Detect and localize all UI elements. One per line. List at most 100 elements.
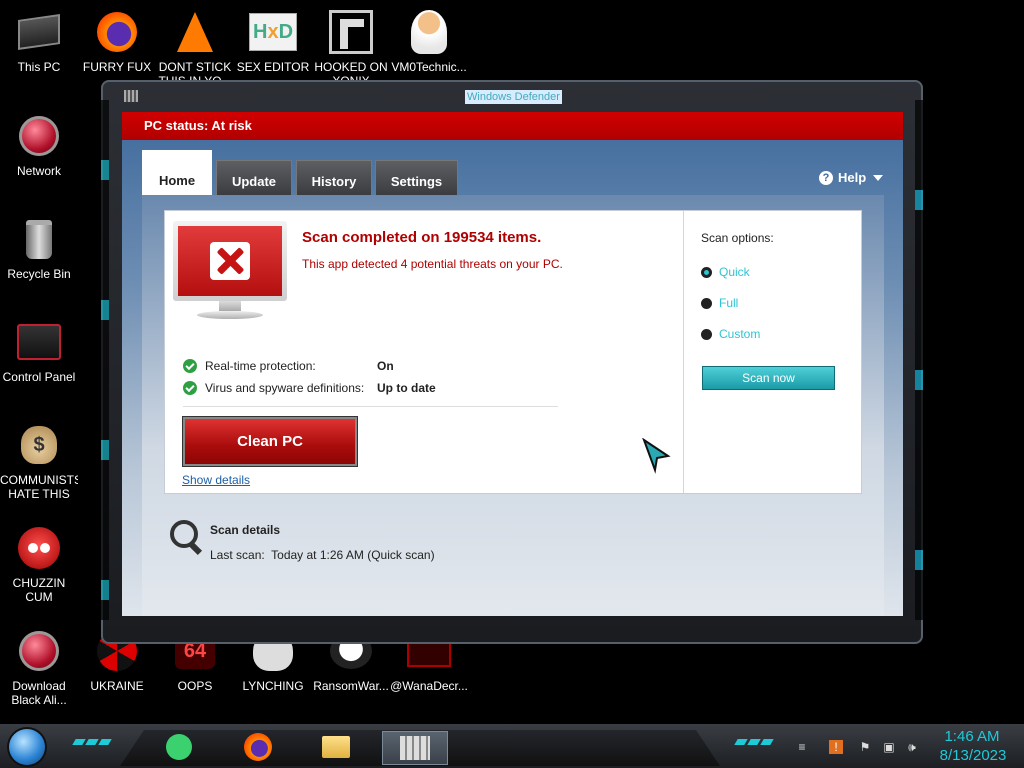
desktop-icon-hooked-on-xonix[interactable]: HOOKED ON XONIX [312, 8, 390, 88]
desktop-icon-network[interactable]: Network [0, 112, 78, 178]
scan-option-label: Quick [719, 265, 750, 279]
desktop-icon-vm0technic[interactable]: VM0Technic... [390, 8, 468, 74]
desktop-icon-dont-stick[interactable]: DONT STICK THIS IN YO... [156, 8, 234, 88]
clock-time[interactable]: 1:46 AM [940, 728, 1004, 745]
desktop-icon-label: Recycle Bin [7, 267, 71, 281]
protection-row-definitions: Virus and spyware definitions: Up to dat… [183, 381, 436, 395]
desktop-icon-communists[interactable]: $ COMMUNISTS HATE THIS G... [0, 421, 78, 503]
x-mark-icon [210, 242, 250, 280]
window-title: Windows Defender [465, 90, 562, 104]
desktop-icon-label: UKRAINE [90, 679, 144, 693]
desktop-icon-label: COMMUNISTS HATE THIS G... [0, 473, 78, 503]
desktop-icon-label: FURRY FUX [82, 60, 152, 74]
scan-option-full[interactable]: Full [701, 296, 738, 310]
radio-selected-icon [701, 266, 712, 278]
defender-wall-icon [400, 736, 430, 760]
doctor-icon [405, 8, 453, 56]
control-panel-icon [15, 318, 63, 366]
taskbar-firefox[interactable] [242, 731, 274, 763]
network-ball-icon [15, 112, 63, 160]
chuzzle-icon [15, 524, 63, 572]
money-bag-icon: $ [15, 421, 63, 469]
help-label: Help [838, 170, 867, 185]
protection-row-realtime: Real-time protection: On [183, 359, 394, 373]
home-content: Scan completed on 199534 items. This app… [142, 195, 884, 616]
tray-overflow-icon[interactable]: ≡ [792, 740, 812, 754]
desktop-icon-this-pc[interactable]: This PC [0, 8, 78, 74]
taskbar-file-explorer[interactable] [320, 731, 352, 763]
desktop-icon-label: LYNCHING [242, 679, 304, 693]
notes-icon [166, 734, 192, 760]
desktop-icon-label: Control Panel [2, 370, 76, 384]
desktop-icon-label: Network [16, 164, 61, 178]
clean-pc-button[interactable]: Clean PC [182, 416, 358, 467]
computer-icon [15, 8, 63, 56]
divider [183, 406, 558, 407]
check-icon [183, 359, 197, 373]
desktop-icon-label: SEX EDITOR [236, 60, 310, 74]
last-scan-value: Today at 1:26 AM (Quick scan) [271, 548, 435, 562]
tray-app-icon[interactable]: ! [829, 740, 843, 754]
help-menu[interactable]: ? Help [819, 170, 884, 185]
desktop-icon-chuzzin[interactable]: CHUZZIN CUM [0, 524, 78, 604]
magnifier-icon [168, 518, 206, 556]
last-scan-label: Last scan: [210, 548, 265, 562]
tab-update[interactable]: Update [216, 160, 292, 195]
radio-icon [701, 297, 712, 309]
scan-option-custom[interactable]: Custom [701, 327, 760, 341]
chevron-down-icon [873, 174, 884, 181]
defender-client: PC status: At risk Home Update History S… [122, 112, 903, 616]
question-icon: ? [819, 170, 833, 185]
window-system-menu-icon[interactable] [124, 90, 138, 102]
flag-icon[interactable]: ⚑ [858, 740, 872, 754]
desktop-icon-recycle-bin[interactable]: Recycle Bin [0, 215, 78, 281]
taskbar-windows-defender[interactable] [382, 731, 448, 765]
desktop-icon-label: RansomWar... [313, 679, 389, 693]
scan-option-quick[interactable]: Quick [701, 265, 750, 279]
protection-value: Up to date [377, 381, 436, 395]
volume-icon[interactable]: 🕪 [905, 740, 919, 754]
vlc-cone-icon [171, 8, 219, 56]
taskbar-decoration [72, 739, 112, 745]
tab-settings[interactable]: Settings [375, 160, 458, 195]
scan-now-button[interactable]: Scan now [702, 366, 835, 390]
xonix-icon [327, 8, 375, 56]
desktop-icon-sex-editor[interactable]: HxD SEX EDITOR [234, 8, 312, 74]
tab-history[interactable]: History [296, 160, 372, 195]
network-icon[interactable]: ▣ [882, 740, 896, 754]
ball-icon [15, 627, 63, 675]
desktop-icon-label: This PC [17, 60, 61, 74]
firefox-icon [244, 733, 272, 761]
last-scan-line: Last scan: Today at 1:26 AM (Quick scan) [210, 548, 435, 562]
desktop-icon-label: Download Black Ali... [11, 679, 67, 707]
taskbar-notes-app[interactable] [163, 731, 195, 763]
clean-pc-label: Clean PC [185, 419, 355, 464]
desktop-icon-label: VM0Technic... [391, 60, 467, 74]
start-button[interactable] [9, 729, 45, 765]
scan-option-label: Custom [719, 327, 761, 341]
desktop-icon-download-black[interactable]: Download Black Ali... [0, 627, 78, 707]
desktop-icon-control-panel[interactable]: Control Panel [0, 318, 78, 384]
window-edge-right [915, 100, 923, 620]
mouse-cursor-icon [642, 438, 671, 474]
hxd-icon: HxD [249, 8, 297, 56]
window-edge-left [101, 100, 109, 620]
monitor-alert-icon [173, 221, 287, 327]
protection-value: On [377, 359, 394, 373]
scan-result-subtitle: This app detected 4 potential threats on… [302, 257, 563, 271]
pc-status-bar: PC status: At risk [122, 112, 903, 140]
desktop-icon-label: OOPS [177, 679, 213, 693]
desktop-icon-furry-fux[interactable]: FURRY FUX [78, 8, 156, 74]
scan-options-title: Scan options: [701, 231, 774, 245]
scan-details-title: Scan details [210, 523, 281, 537]
protection-label: Virus and spyware definitions: [205, 381, 365, 395]
tab-home[interactable]: Home [142, 150, 212, 195]
folder-icon [322, 736, 350, 758]
check-icon [183, 381, 197, 395]
clock-date[interactable]: 8/13/2023 [934, 747, 1012, 764]
desktop-icon-label: CHUZZIN CUM [12, 576, 66, 604]
scan-result-title: Scan completed on 199534 items. [302, 229, 542, 246]
show-details-link[interactable]: Show details [182, 473, 250, 487]
firefox-icon [93, 8, 141, 56]
desktop-icon-label: @WanaDecr... [390, 679, 468, 693]
